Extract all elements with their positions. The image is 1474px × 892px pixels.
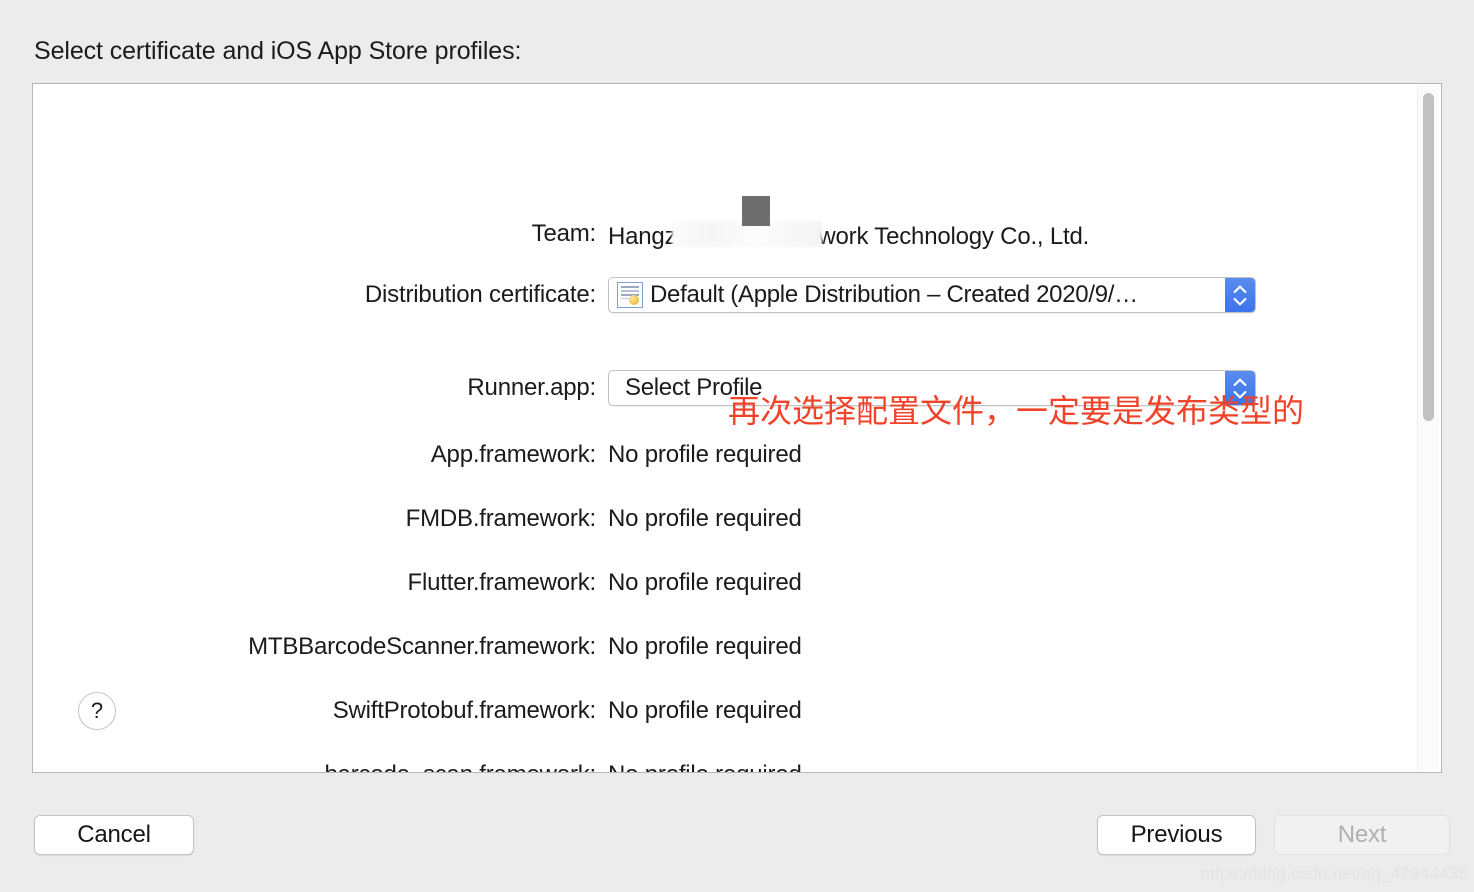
framework-label: MTBBarcodeScanner.framework:	[248, 633, 596, 660]
team-value-prefix: Hangz	[608, 222, 677, 250]
framework-row: Flutter.framework: No profile required	[33, 568, 1441, 598]
framework-value: No profile required	[608, 505, 802, 532]
annotation-text: 再次选择配置文件，一定要是发布类型的	[728, 392, 1305, 430]
framework-value: No profile required	[608, 761, 802, 772]
framework-value: No profile required	[608, 633, 802, 660]
team-redaction-block	[742, 195, 770, 226]
framework-label: Flutter.framework:	[407, 569, 597, 596]
cancel-button[interactable]: Cancel	[34, 815, 194, 855]
framework-row: barcode_scan.framework: No profile requi…	[33, 760, 1441, 772]
field-row-distribution-certificate: Distribution certificate: Default (Apple…	[33, 277, 1441, 313]
framework-row: App.framework: No profile required	[33, 440, 1441, 470]
field-row-team: Team: Hangz work Technology Co., Ltd.	[33, 195, 1441, 251]
distribution-certificate-label: Distribution certificate:	[364, 281, 596, 308]
framework-row: SwiftProtobuf.framework: No profile requ…	[33, 696, 1441, 726]
distribution-certificate-value: Default (Apple Distribution – Created 20…	[650, 281, 1138, 308]
watermark: https://blog.csdn.net/qq_42944436	[1200, 864, 1468, 883]
help-button[interactable]: ?	[78, 692, 116, 730]
framework-value: No profile required	[608, 569, 802, 596]
next-button: Next	[1274, 815, 1450, 855]
runner-app-label: Runner.app:	[467, 374, 596, 401]
scrollbar-thumb[interactable]	[1423, 93, 1434, 421]
team-value-suffix: work Technology Co., Ltd.	[818, 222, 1090, 250]
page-title: Select certificate and iOS App Store pro…	[34, 37, 522, 65]
team-value: Hangz work Technology Co., Ltd.	[608, 195, 1090, 251]
distribution-certificate-dropdown[interactable]: Default (Apple Distribution – Created 20…	[608, 277, 1256, 313]
framework-label: SwiftProtobuf.framework:	[332, 697, 596, 724]
framework-row: FMDB.framework: No profile required	[33, 504, 1441, 534]
vertical-scrollbar[interactable]	[1417, 86, 1439, 770]
framework-label: barcode_scan.framework:	[33, 761, 608, 772]
framework-row: MTBBarcodeScanner.framework: No profile …	[33, 632, 1441, 662]
certificate-icon	[617, 282, 643, 308]
up-down-chevron-icon[interactable]	[1225, 278, 1255, 312]
team-label: Team:	[531, 220, 597, 247]
framework-label: FMDB.framework:	[405, 505, 597, 532]
framework-value: No profile required	[608, 441, 802, 468]
framework-label: App.framework:	[430, 441, 596, 468]
previous-button[interactable]: Previous	[1097, 815, 1256, 855]
framework-value: No profile required	[608, 697, 802, 724]
